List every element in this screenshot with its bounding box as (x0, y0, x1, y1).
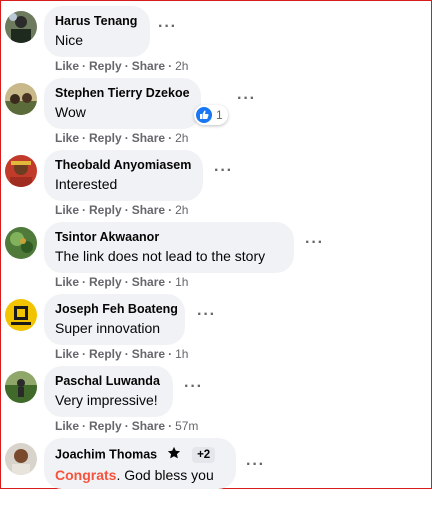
reaction-number: 1 (216, 108, 223, 122)
timestamp[interactable]: 2h (175, 203, 188, 217)
comment-item: Harus Tenang Nice ··· Like · Reply · Share · 2… (5, 6, 425, 76)
comment-actions: Like · Reply · Share · 57m (55, 419, 199, 433)
author-name[interactable]: Harus Tenang (55, 14, 138, 29)
timestamp[interactable]: 2h (175, 59, 188, 73)
comment-bubble: Tsintor Akwaanor The link does not lead … (44, 222, 294, 273)
star-icon (167, 446, 181, 464)
comment-actions: Like · Reply · Share · 2h (55, 203, 189, 217)
more-options-icon[interactable]: ··· (197, 307, 216, 323)
comment-item: Joseph Feh Boateng Super innovation ··· … (5, 294, 425, 364)
like-button[interactable]: Like (55, 419, 79, 433)
reply-button[interactable]: Reply (89, 131, 122, 145)
like-button[interactable]: Like (55, 275, 79, 289)
share-button[interactable]: Share (132, 131, 165, 145)
like-button[interactable]: Like (55, 347, 79, 361)
comment-bubble: Paschal Luwanda Very impressive! (44, 366, 173, 417)
comment-bubble: Joachim Thomas +2 Congrats. God bless yo… (44, 438, 236, 489)
more-options-icon[interactable]: ··· (237, 91, 256, 107)
reaction-count[interactable]: 1 (194, 105, 228, 125)
comment-actions: Like · Reply · Share · 1h (55, 275, 189, 289)
like-button[interactable]: Like (55, 131, 79, 145)
comment-text: Very impressive! (55, 392, 158, 408)
share-button[interactable]: Share (132, 59, 165, 73)
avatar[interactable] (5, 299, 37, 331)
avatar[interactable] (5, 155, 37, 187)
comment-text: The link does not lead to the story (55, 248, 266, 264)
reply-button[interactable]: Reply (89, 419, 122, 433)
author-name[interactable]: Theobald Anyomiasem (55, 158, 191, 173)
avatar[interactable] (5, 371, 37, 403)
comment-bubble: Stephen Tierry Dzekoe Wow (44, 78, 201, 129)
timestamp[interactable]: 1h (175, 275, 188, 289)
timestamp[interactable]: 1h (175, 347, 188, 361)
badge-count[interactable]: +2 (192, 447, 216, 464)
more-options-icon[interactable]: ··· (246, 457, 265, 473)
comment-item: Joachim Thomas +2 Congrats. God bless yo… (5, 438, 425, 508)
more-options-icon[interactable]: ··· (184, 379, 203, 395)
reply-button[interactable]: Reply (89, 203, 122, 217)
reply-button[interactable]: Reply (89, 347, 122, 361)
share-button[interactable]: Share (132, 275, 165, 289)
like-button[interactable]: Like (55, 203, 79, 217)
highlighted-word: Congrats (55, 467, 117, 483)
comment-item: Paschal Luwanda Very impressive! ··· Lik… (5, 366, 425, 436)
author-name[interactable]: Tsintor Akwaanor (55, 230, 282, 245)
comment-text: Congrats. God bless you (55, 466, 224, 484)
comment-text: Interested (55, 176, 118, 192)
more-options-icon[interactable]: ··· (214, 163, 233, 179)
author-name[interactable]: Stephen Tierry Dzekoe (55, 86, 190, 101)
comment-text: Super innovation (55, 320, 161, 336)
reply-button[interactable]: Reply (89, 275, 122, 289)
comment-bubble: Harus Tenang Nice (44, 6, 150, 57)
comment-bubble: Joseph Feh Boateng Super innovation (44, 294, 185, 345)
timestamp[interactable]: 57m (175, 419, 198, 433)
comment-actions: Like · Reply · Share · 2h (55, 131, 189, 145)
comment-item: Stephen Tierry Dzekoe Wow 1 ··· Like · Rep… (5, 78, 425, 148)
like-button[interactable]: Like (55, 59, 79, 73)
avatar[interactable] (5, 11, 37, 43)
avatar[interactable] (5, 443, 37, 475)
comment-text: Wow (55, 104, 86, 120)
comment-item: Tsintor Akwaanor The link does not lead … (5, 222, 425, 292)
author-name: Joachim Thomas +2 (55, 446, 224, 464)
comment-text: Nice (55, 32, 84, 48)
comment-bubble: Theobald Anyomiasem Interested (44, 150, 203, 201)
more-options-icon[interactable]: ··· (305, 235, 324, 251)
comment-actions: Like · Reply · Share · 1h (55, 347, 189, 361)
thumbs-up-icon (196, 107, 212, 123)
author-name[interactable]: Paschal Luwanda (55, 374, 161, 389)
comment-item: Theobald Anyomiasem Interested ··· Like ·… (5, 150, 425, 220)
reply-button[interactable]: Reply (89, 59, 122, 73)
share-button[interactable]: Share (132, 419, 165, 433)
author-name-label[interactable]: Joachim Thomas (55, 447, 157, 461)
comment-text-rest: . God bless you (116, 467, 214, 483)
more-options-icon[interactable]: ··· (158, 19, 177, 35)
timestamp[interactable]: 2h (175, 131, 188, 145)
avatar[interactable] (5, 83, 37, 115)
author-name[interactable]: Joseph Feh Boateng (55, 302, 178, 317)
avatar[interactable] (5, 227, 37, 259)
comment-actions: Like · Reply · Share · 2h (55, 59, 189, 73)
share-button[interactable]: Share (132, 203, 165, 217)
share-button[interactable]: Share (132, 347, 165, 361)
